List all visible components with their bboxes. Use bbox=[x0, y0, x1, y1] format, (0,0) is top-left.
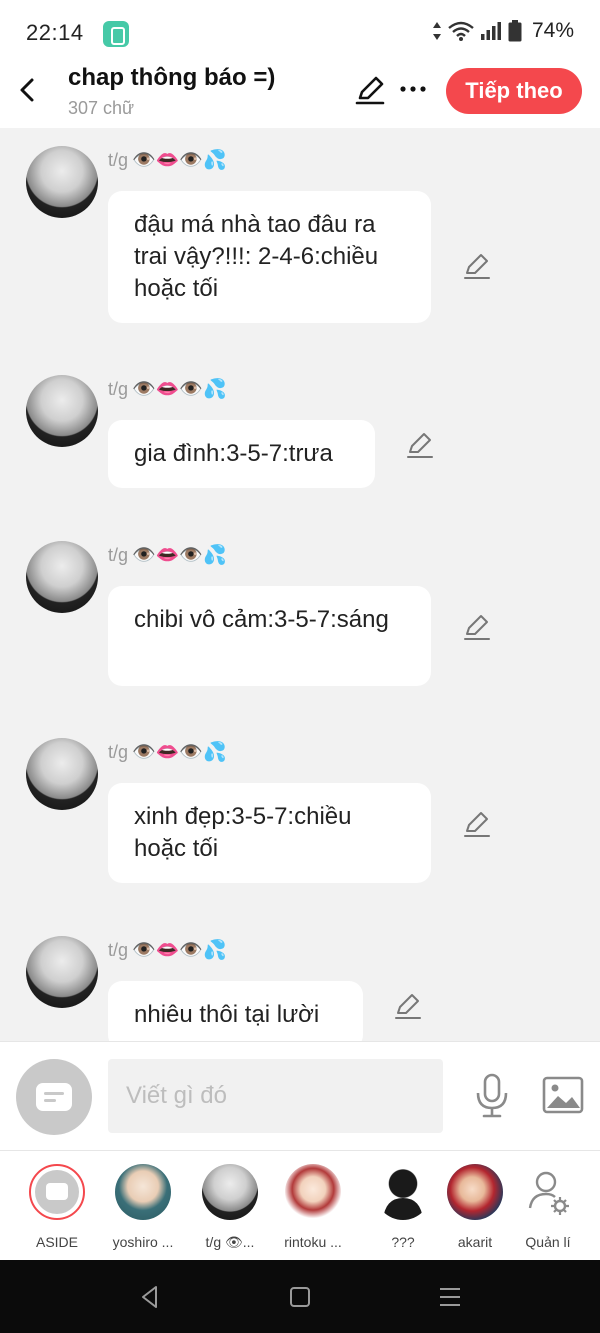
avatar bbox=[115, 1164, 171, 1220]
microphone-icon bbox=[476, 1073, 508, 1118]
user-settings-icon bbox=[528, 1171, 569, 1215]
battery-icon bbox=[508, 20, 522, 42]
avatar[interactable] bbox=[26, 936, 98, 1008]
word-count: 307 chữ bbox=[68, 98, 135, 118]
aside-toggle-button[interactable] bbox=[16, 1059, 92, 1135]
edit-message-icon[interactable] bbox=[462, 251, 492, 281]
composer-bar bbox=[0, 1041, 600, 1150]
author-name: t/g 👁️👄👁️💦 bbox=[108, 940, 227, 961]
status-time: 22:14 bbox=[26, 20, 84, 45]
author-name: t/g 👁️👄👁️💦 bbox=[108, 150, 227, 171]
character-rintoku[interactable]: rintoku ... bbox=[273, 1164, 353, 1250]
chevron-left-icon bbox=[20, 78, 34, 102]
signal-icon bbox=[480, 22, 501, 40]
character-label: yoshiro ... bbox=[112, 1234, 174, 1250]
chat-bubble-icon bbox=[36, 1083, 72, 1111]
character-aside[interactable]: ASIDE bbox=[17, 1164, 97, 1250]
author-name: t/g 👁️👄👁️💦 bbox=[108, 545, 227, 566]
back-button[interactable] bbox=[14, 74, 42, 106]
character-label: Quản lí bbox=[525, 1234, 571, 1250]
character-label: t/g 👁... bbox=[205, 1234, 255, 1250]
avatar[interactable] bbox=[26, 738, 98, 810]
avatar bbox=[285, 1164, 341, 1220]
header: chap thông báo =) 307 chữ Tiếp theo bbox=[0, 56, 600, 128]
data-arrows-icon bbox=[432, 22, 441, 40]
edit-message-icon[interactable] bbox=[462, 809, 492, 839]
more-options-button[interactable] bbox=[398, 76, 428, 102]
avatar bbox=[202, 1164, 258, 1220]
character-label: ASIDE bbox=[35, 1234, 78, 1250]
edit-title-button[interactable] bbox=[354, 74, 386, 106]
image-button[interactable] bbox=[542, 1076, 584, 1114]
character-label: rintoku ... bbox=[284, 1234, 342, 1250]
wifi-icon bbox=[448, 21, 474, 41]
nav-back-icon[interactable] bbox=[137, 1284, 163, 1310]
avatar[interactable] bbox=[26, 146, 98, 218]
character-tg[interactable]: t/g 👁... bbox=[190, 1164, 270, 1251]
avatar[interactable] bbox=[26, 375, 98, 447]
author-label: t/g bbox=[108, 545, 129, 565]
avatar bbox=[375, 1164, 431, 1220]
system-nav-bar bbox=[0, 1260, 600, 1333]
more-horizontal-icon bbox=[400, 86, 426, 92]
pencil-icon bbox=[355, 76, 385, 105]
author-name: t/g 👁️👄👁️💦 bbox=[108, 742, 227, 763]
status-bar: 22:14 74% bbox=[0, 0, 600, 64]
next-button[interactable]: Tiếp theo bbox=[446, 68, 582, 114]
character-akarit[interactable]: akarit bbox=[435, 1164, 515, 1250]
character-unknown[interactable]: ??? bbox=[363, 1164, 443, 1250]
author-emojis: 👁️👄👁️💦 bbox=[132, 544, 227, 566]
author-name: t/g 👁️👄👁️💦 bbox=[108, 379, 227, 400]
edit-message-icon[interactable] bbox=[405, 430, 435, 460]
character-manage[interactable]: Quản lí bbox=[508, 1164, 588, 1250]
chat-area[interactable]: t/g 👁️👄👁️💦 đậu má nhà tao đâu ra trai vậ… bbox=[0, 128, 600, 1041]
voice-button[interactable] bbox=[474, 1073, 510, 1119]
message-bubble[interactable]: nhiêu thôi tại lười bbox=[108, 981, 363, 1041]
edit-message-icon[interactable] bbox=[393, 991, 423, 1021]
message-bubble[interactable]: đậu má nhà tao đâu ra trai vậy?!!!: 2-4-… bbox=[108, 191, 431, 323]
author-emojis: 👁️👄👁️💦 bbox=[132, 939, 227, 961]
message-bubble[interactable]: xinh đẹp:3-5-7:chiều hoặc tối bbox=[108, 783, 431, 883]
aside-avatar bbox=[29, 1164, 85, 1220]
character-label: ??? bbox=[391, 1234, 415, 1250]
message-bubble[interactable]: gia đình:3-5-7:trưa bbox=[108, 420, 375, 488]
author-label: t/g bbox=[108, 150, 129, 170]
status-indicators: 74% bbox=[432, 19, 574, 43]
nav-menu-icon[interactable] bbox=[437, 1284, 463, 1310]
silhouette-icon bbox=[383, 1173, 423, 1220]
author-emojis: 👁️👄👁️💦 bbox=[132, 378, 227, 400]
message-input[interactable] bbox=[108, 1059, 443, 1133]
author-label: t/g bbox=[108, 379, 129, 399]
author-emojis: 👁️👄👁️💦 bbox=[132, 741, 227, 763]
edit-message-icon[interactable] bbox=[462, 612, 492, 642]
battery-percent: 74% bbox=[531, 19, 574, 42]
nav-home-icon[interactable] bbox=[287, 1284, 313, 1310]
author-label: t/g bbox=[108, 940, 129, 960]
author-emojis: 👁️👄👁️💦 bbox=[132, 149, 227, 171]
character-label: akarit bbox=[457, 1234, 493, 1250]
manage-icon-wrap bbox=[520, 1164, 576, 1220]
avatar[interactable] bbox=[26, 541, 98, 613]
image-icon bbox=[542, 1076, 584, 1114]
character-bar: ASIDE yoshiro ... t/g 👁... rintoku ... ?… bbox=[0, 1150, 600, 1260]
message-bubble[interactable]: chibi vô cảm:3-5-7:sáng bbox=[108, 586, 431, 686]
avatar bbox=[447, 1164, 503, 1220]
author-label: t/g bbox=[108, 742, 129, 762]
page-title: chap thông báo =) bbox=[68, 64, 276, 91]
app-notification-icon bbox=[103, 21, 129, 47]
character-yoshiro[interactable]: yoshiro ... bbox=[103, 1164, 183, 1250]
